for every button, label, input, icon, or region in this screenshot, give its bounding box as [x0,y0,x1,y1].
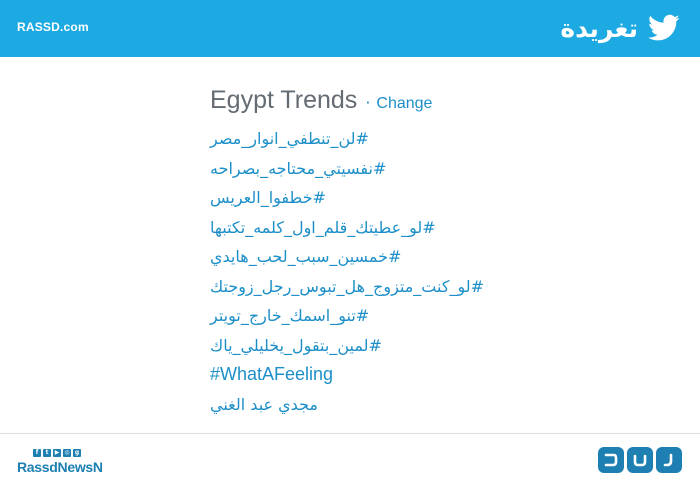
logo-tile [598,447,624,473]
footer-divider [0,433,700,434]
brand: تغريدة [560,10,680,46]
trend-item[interactable]: #خطفوا_العريس [210,183,570,213]
trend-item[interactable]: #لمين_بتقول_يخليلي_ياك [210,331,570,361]
trend-item[interactable]: #لن_تنطفي_انوار_مصر [210,124,570,154]
footer-social: f t ▶ ◎ g RassdNewsN [17,449,103,475]
instagram-icon[interactable]: ◎ [63,449,71,457]
facebook-icon[interactable]: f [33,449,41,457]
googleplus-icon[interactable]: g [73,449,81,457]
title-separator: · [365,93,371,112]
trends-header: Egypt Trends · Change [210,86,570,120]
trend-item[interactable]: #نفسيتي_محتاجه_بصراحه [210,154,570,184]
logo-letter-shape [633,454,647,467]
logo-letter-shape [604,453,618,467]
twitter-icon[interactable]: t [43,449,51,457]
trend-item[interactable]: #لو_كنت_متزوج_هل_تبوس_رجل_زوجتك [210,272,570,302]
logo-tile [656,447,682,473]
social-icons: f t ▶ ◎ g [33,449,103,457]
logo-letter-shape [663,453,673,467]
social-handle[interactable]: RassdNewsN [17,459,103,475]
header-bar: RASSD.com تغريدة [0,0,700,57]
twitter-bird-icon [648,14,680,41]
trend-item[interactable]: #لو_عطيتك_قلم_اول_كلمه_تكتبها [210,213,570,243]
trend-item[interactable]: #خمسين_سبب_لحب_هايدي [210,242,570,272]
trends-panel: Egypt Trends · Change #لن_تنطفي_انوار_مص… [210,86,570,419]
change-location-link[interactable]: Change [376,95,432,113]
rassd-logo-icon [598,447,682,473]
trend-item[interactable]: #تنو_اسمك_خارج_تويتر [210,301,570,331]
trend-item[interactable]: #WhatAFeeling [210,360,570,390]
trends-title: Egypt Trends [210,86,358,114]
youtube-icon[interactable]: ▶ [53,449,61,457]
site-name[interactable]: RASSD.com [17,20,89,34]
trend-list: #لن_تنطفي_انوار_مصر #نفسيتي_محتاجه_بصراح… [210,124,570,419]
brand-title: تغريدة [560,13,638,43]
trend-item[interactable]: مجدي عبد الغني [210,390,570,420]
logo-tile [627,447,653,473]
